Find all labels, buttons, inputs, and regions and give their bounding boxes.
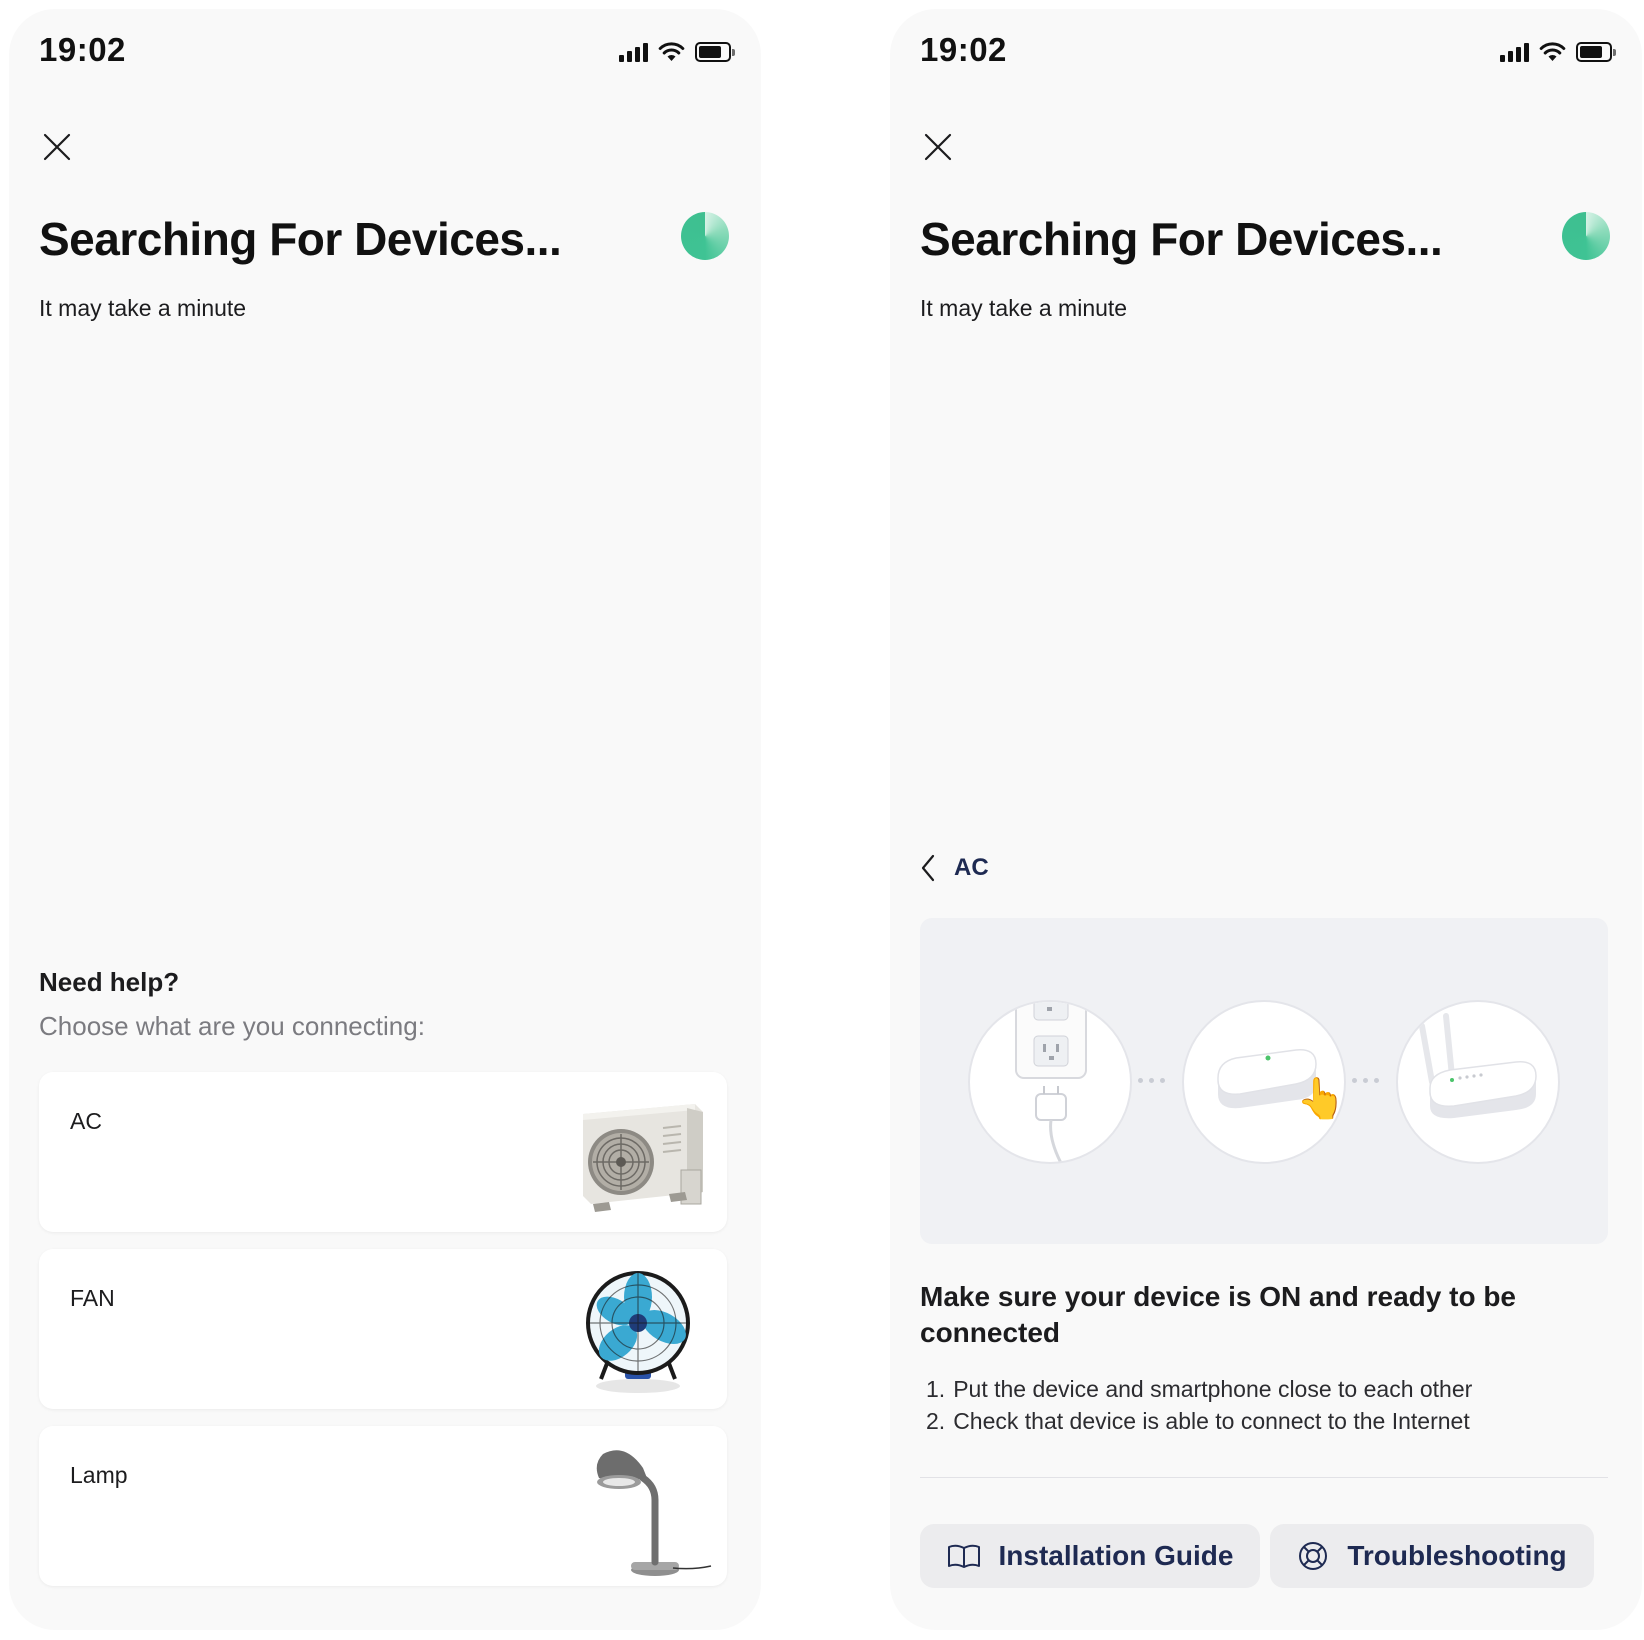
loading-spinner-icon: [1562, 212, 1610, 260]
status-icons: [1500, 38, 1616, 62]
chevron-left-icon: [921, 854, 935, 882]
router-icon: [1419, 1013, 1537, 1119]
air-conditioner-icon: [583, 1104, 703, 1212]
power-outlet-illustration: [968, 1000, 1132, 1164]
device-card-ac[interactable]: AC: [39, 1072, 727, 1232]
device-card-label: FAN: [70, 1285, 115, 1311]
installation-guide-button[interactable]: Installation Guide: [920, 1524, 1260, 1588]
status-time: 19:02: [39, 31, 126, 68]
battery-icon: [1576, 42, 1616, 62]
cellular-signal-icon: [619, 42, 648, 62]
connector-dots: [1138, 1078, 1165, 1083]
loading-spinner-icon: [681, 212, 729, 260]
back-label: AC: [954, 854, 989, 881]
instructions-list: 1. Put the device and smartphone close t…: [926, 1373, 1472, 1437]
power-plug-icon: [1015, 1002, 1087, 1162]
installation-guide-label: Installation Guide: [998, 1540, 1234, 1571]
device-card-lamp[interactable]: Lamp: [39, 1426, 727, 1586]
desk-lamp-icon: [596, 1450, 712, 1576]
setup-illustration: 👆: [920, 918, 1608, 1244]
divider: [920, 1477, 1608, 1478]
troubleshooting-label: Troubleshooting: [1347, 1540, 1567, 1571]
page-title: Searching For Devices...: [920, 213, 1443, 265]
connector-dots: [1352, 1078, 1379, 1083]
help-title: Need help?: [39, 967, 180, 997]
device-card-fan[interactable]: FAN: [39, 1249, 727, 1409]
battery-icon: [695, 42, 735, 62]
router-illustration: [1396, 1000, 1560, 1164]
help-subtitle: Choose what are you connecting:: [39, 1011, 425, 1041]
list-item-text: Put the device and smartphone close to e…: [953, 1376, 1473, 1402]
status-icons: [619, 38, 735, 62]
back-button[interactable]: AC: [918, 852, 989, 884]
list-item-number: 2.: [926, 1408, 946, 1434]
troubleshooting-button[interactable]: Troubleshooting: [1270, 1524, 1594, 1588]
close-icon[interactable]: [37, 127, 77, 167]
list-item-text: Check that device is able to connect to …: [953, 1408, 1470, 1434]
hub-tap-illustration: 👆: [1182, 1000, 1346, 1164]
pointing-hand-icon: 👆: [1296, 1075, 1346, 1122]
device-card-label: AC: [70, 1108, 102, 1134]
device-card-label: Lamp: [70, 1462, 128, 1488]
status-time: 19:02: [920, 31, 1007, 68]
list-item: 1. Put the device and smartphone close t…: [926, 1373, 1472, 1405]
instructions-title: Make sure your device is ON and ready to…: [920, 1281, 1516, 1348]
page-subtitle: It may take a minute: [39, 295, 247, 321]
page-title: Searching For Devices...: [39, 213, 562, 265]
lifebuoy-icon: [1299, 1542, 1328, 1570]
wifi-icon: [658, 42, 685, 61]
list-item: 2. Check that device is able to connect …: [926, 1405, 1472, 1437]
fan-icon: [586, 1271, 690, 1393]
smart-hub-icon: 👆: [1217, 1049, 1346, 1122]
wifi-icon: [1539, 42, 1566, 61]
screen-device-instructions: 19:02 Searching For Devices... It may ta…: [890, 9, 1642, 1630]
screen-device-category: 19:02 Searching For Devices... It may ta…: [9, 9, 761, 1630]
book-icon: [947, 1544, 980, 1568]
list-item-number: 1.: [926, 1376, 946, 1402]
page-subtitle: It may take a minute: [920, 295, 1128, 321]
close-icon[interactable]: [918, 127, 958, 167]
cellular-signal-icon: [1500, 42, 1529, 62]
